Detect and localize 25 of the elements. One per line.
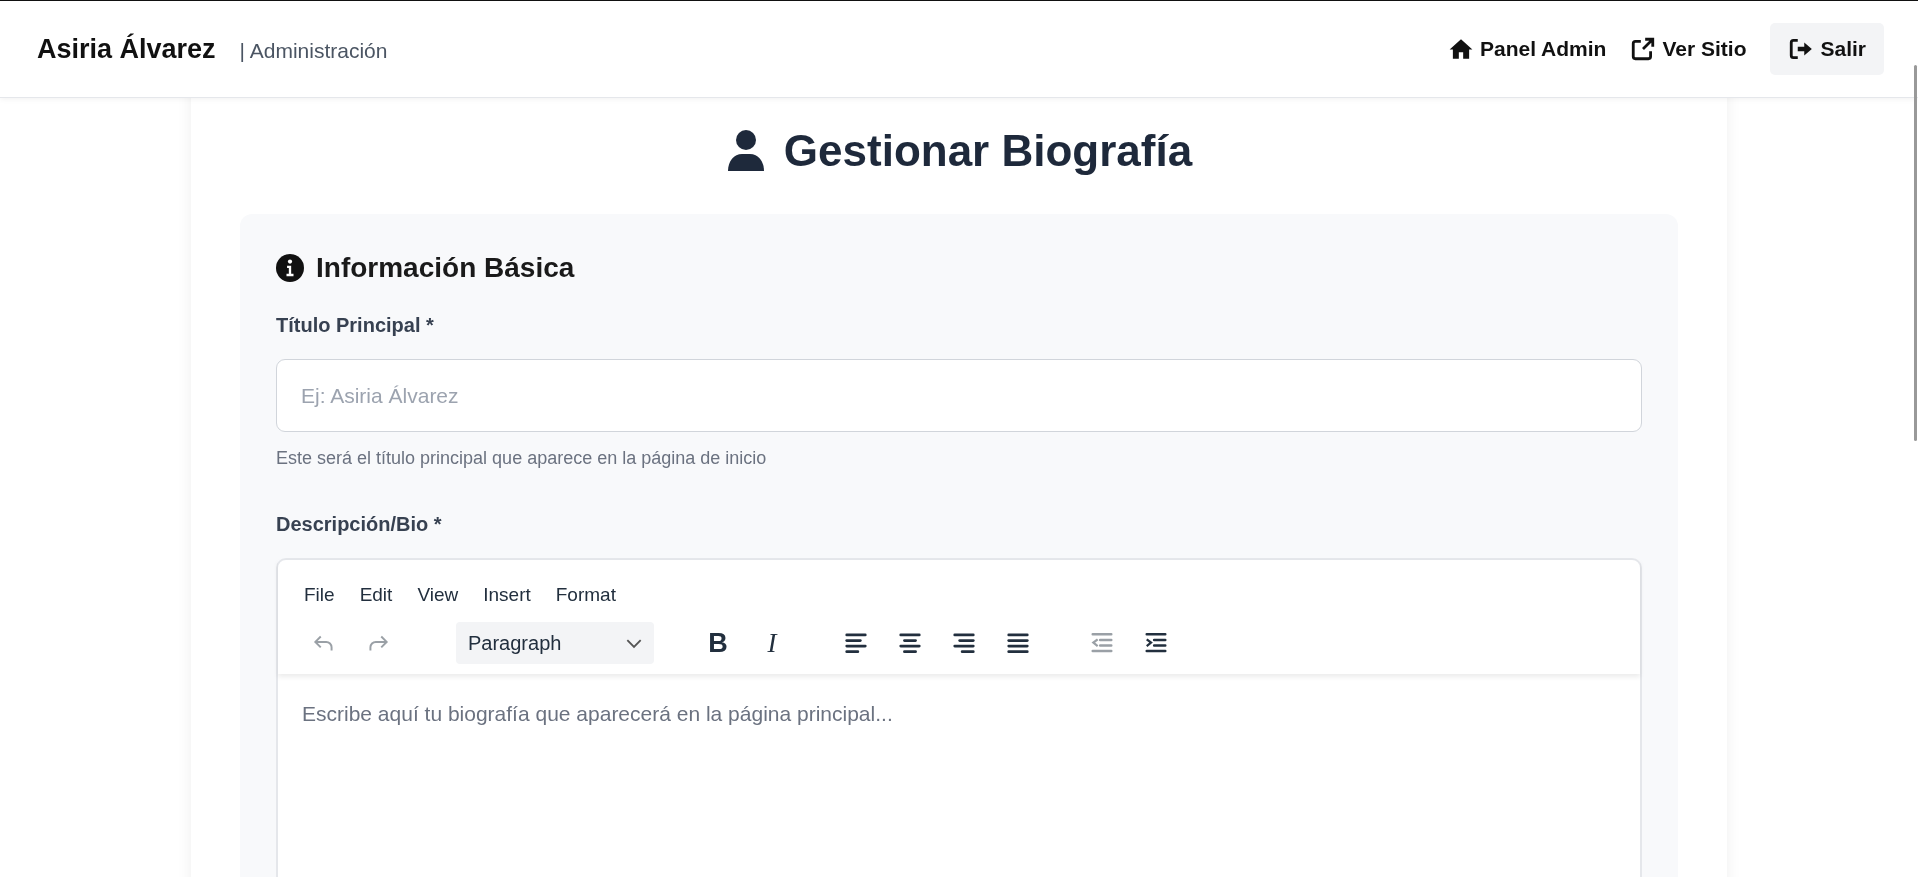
menu-item[interactable]: File	[304, 582, 335, 608]
scrollbar[interactable]	[1914, 65, 1917, 441]
block-format-select[interactable]: Paragraph	[456, 622, 654, 664]
site-title: Asiria Álvarez	[37, 33, 216, 65]
field-label: Título Principal *	[276, 314, 435, 337]
section-title: Información Básica	[316, 252, 575, 284]
menu-item[interactable]: Edit	[359, 582, 393, 608]
chevron-down-icon	[626, 637, 642, 649]
editor-placeholder[interactable]: Escribe aquí tu biografía que aparecerá en la página principal...	[302, 702, 893, 725]
menu-item[interactable]: Format	[555, 582, 616, 608]
user-icon	[725, 129, 766, 173]
nav-link[interactable]: Panel Admin	[1448, 36, 1607, 62]
title-input[interactable]: Ej: Asiria Álvarez	[276, 359, 1642, 432]
external-link-icon	[1630, 36, 1657, 62]
italic-button[interactable]: I	[752, 623, 792, 663]
section-label: | Administración	[239, 38, 388, 63]
nav-link[interactable]: Ver Sitio	[1630, 36, 1747, 62]
page-title: Gestionar Biografía	[783, 126, 1193, 176]
bold-button[interactable]: B	[698, 623, 738, 663]
help-text: Este será el título principal que aparece en la página de inicio	[276, 448, 768, 469]
menu-item[interactable]: View	[417, 582, 459, 608]
field-label: Descripción/Bio *	[276, 513, 443, 536]
menu-item[interactable]: Insert	[483, 582, 531, 608]
info-icon	[276, 254, 304, 282]
logout-button[interactable]: Salir	[1770, 23, 1884, 75]
